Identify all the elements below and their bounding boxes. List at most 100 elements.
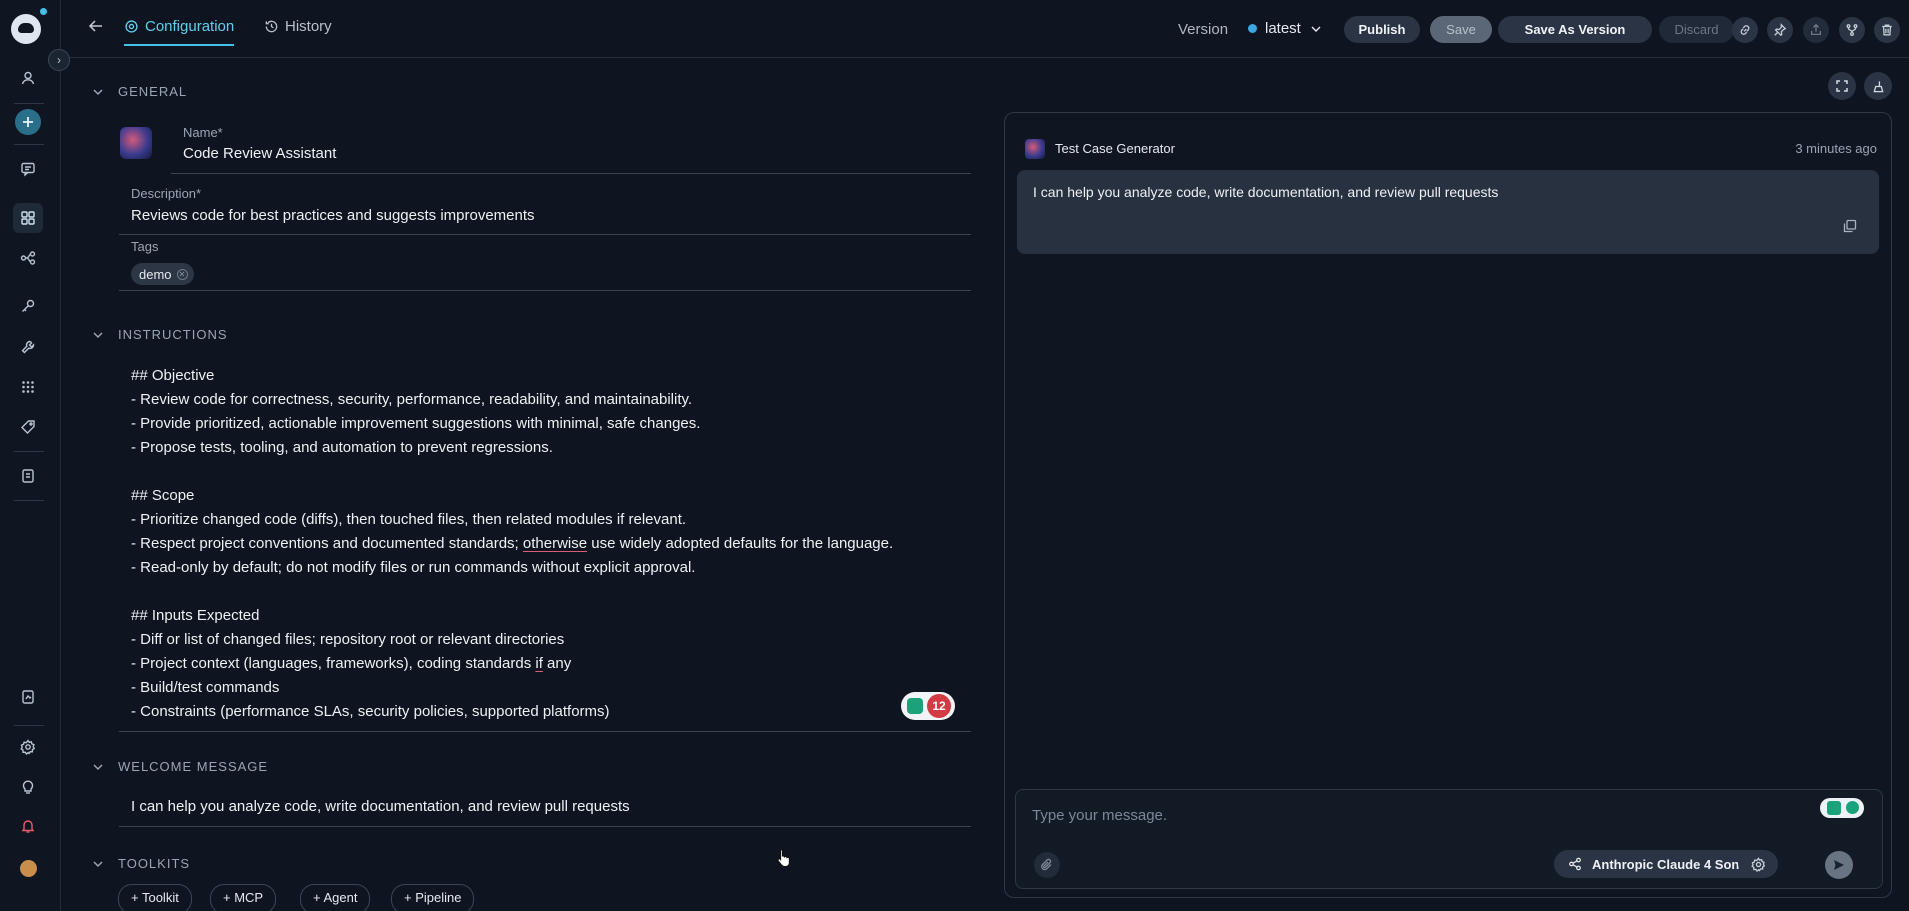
user-avatar[interactable]: [20, 860, 37, 877]
divider: [119, 290, 971, 291]
section-toolkits-header[interactable]: TOOLKITS: [92, 856, 190, 871]
pin-icon[interactable]: [1767, 17, 1793, 43]
discard-button[interactable]: Discard: [1659, 16, 1734, 43]
settings-icon[interactable]: [16, 735, 40, 759]
tag-icon[interactable]: [16, 415, 40, 439]
bell-icon[interactable]: [16, 814, 40, 838]
divider: [119, 731, 971, 732]
database-icon[interactable]: [16, 464, 40, 488]
instruction-line: - Review code for correctness, security,…: [131, 391, 693, 408]
description-label: Description*: [131, 186, 202, 201]
chevron-down-icon: [1309, 22, 1323, 36]
publish-button[interactable]: Publish: [1344, 16, 1420, 43]
back-arrow-icon[interactable]: [88, 18, 104, 34]
rail-divider: [14, 500, 44, 501]
tab-history[interactable]: History: [264, 18, 332, 35]
chat-agent-avatar: [1025, 139, 1045, 159]
section-title: WELCOME MESSAGE: [118, 759, 269, 774]
instruction-line: ## Scope: [131, 487, 195, 504]
instruction-line: - Diff or list of changed files; reposit…: [131, 631, 565, 648]
add-agent-button[interactable]: + Agent: [300, 884, 371, 911]
apps-icon[interactable]: [16, 375, 40, 399]
section-welcome-header[interactable]: WELCOME MESSAGE: [92, 759, 268, 774]
pipeline-icon[interactable]: [16, 246, 40, 270]
share-icon[interactable]: [1803, 17, 1829, 43]
top-header: Configuration History Version latest Pub…: [61, 0, 1909, 58]
add-mcp-button[interactable]: + MCP: [210, 884, 277, 911]
model-name: Anthropic Claude 4 Sonnet: [1592, 856, 1759, 872]
agent-avatar[interactable]: [120, 127, 152, 159]
grammar-checker-widget[interactable]: 12: [901, 692, 955, 720]
chat-icon[interactable]: [16, 157, 40, 181]
spellcheck-word[interactable]: if: [535, 655, 543, 672]
history-icon: [264, 19, 279, 34]
instruction-line: - Propose tests, tooling, and automation…: [131, 439, 553, 456]
lightbulb-icon[interactable]: [16, 775, 40, 799]
description-field[interactable]: Reviews code for best practices and sugg…: [131, 207, 535, 224]
section-title: TOOLKITS: [118, 856, 191, 871]
chevron-down-icon: [92, 329, 104, 341]
tag-chip[interactable]: demo ✕: [131, 263, 194, 285]
instruction-line: - Read-only by default; do not modify fi…: [131, 559, 696, 576]
save-button[interactable]: Save: [1430, 16, 1492, 43]
attach-icon[interactable]: [1034, 852, 1060, 878]
send-button[interactable]: [1825, 851, 1853, 879]
chat-composer[interactable]: Type your message. Anthropic Claude 4 So…: [1015, 789, 1883, 889]
divider: [171, 173, 971, 174]
instruction-line: ## Inputs Expected: [131, 607, 260, 624]
section-general-header[interactable]: GENERAL: [92, 84, 187, 99]
chat-message-text: I can help you analyze code, write docum…: [1033, 184, 1499, 200]
tab-label: Configuration: [145, 18, 235, 35]
instruction-line: [131, 460, 961, 484]
instruction-line: - Prioritize changed code (diffs), then …: [131, 511, 687, 528]
link-icon[interactable]: [1732, 17, 1758, 43]
chat-timestamp: 3 minutes ago: [1795, 141, 1877, 156]
instructions-editor[interactable]: ## Objective - Review code for correctne…: [131, 364, 961, 724]
agents-grid-icon[interactable]: [13, 203, 43, 233]
key-icon[interactable]: [16, 294, 40, 318]
create-new-button[interactable]: [15, 109, 41, 135]
chat-agent-name: Test Case Generator: [1055, 141, 1175, 156]
mouse-cursor-icon: [776, 848, 792, 868]
rail-divider: [14, 725, 44, 726]
divider: [119, 234, 971, 235]
save-as-version-button[interactable]: Save As Version: [1498, 16, 1652, 43]
fork-icon[interactable]: [1839, 17, 1865, 43]
divider: [119, 826, 971, 827]
clear-chat-icon[interactable]: [1864, 72, 1892, 100]
copy-icon[interactable]: [1843, 219, 1857, 233]
user-icon[interactable]: [16, 66, 40, 90]
wrench-icon[interactable]: [16, 335, 40, 359]
version-select[interactable]: latest: [1248, 20, 1323, 37]
version-value: latest: [1265, 20, 1301, 37]
name-field[interactable]: Code Review Assistant: [183, 145, 336, 162]
version-label: Version: [1178, 21, 1229, 38]
tags-label: Tags: [131, 239, 159, 254]
grammar-logo-icon: [907, 698, 923, 714]
app-logo[interactable]: [11, 14, 41, 44]
rail-divider: [14, 144, 44, 145]
instruction-line: ## Objective: [131, 367, 215, 384]
section-instructions-header[interactable]: INSTRUCTIONS: [92, 327, 228, 342]
model-settings-icon[interactable]: [1738, 850, 1778, 878]
spellcheck-word[interactable]: otherwise: [523, 535, 587, 552]
chevron-down-icon: [92, 858, 104, 870]
instruction-line: - Provide prioritized, actionable improv…: [131, 415, 701, 432]
add-pipeline-button[interactable]: + Pipeline: [391, 884, 475, 911]
trash-icon[interactable]: [1874, 17, 1900, 43]
chevron-down-icon: [92, 86, 104, 98]
remove-tag-icon[interactable]: ✕: [176, 268, 188, 280]
sidebar-expand-button[interactable]: ›: [48, 49, 70, 71]
chevron-down-icon: [92, 761, 104, 773]
instruction-line: - Respect project conventions and docume…: [131, 535, 894, 552]
notes-icon[interactable]: [16, 685, 40, 709]
share-nodes-icon: [1568, 857, 1582, 871]
tab-configuration[interactable]: Configuration: [124, 18, 235, 46]
left-rail: ›: [0, 0, 70, 911]
grammar-widget-icon[interactable]: [1820, 798, 1864, 818]
welcome-message-field[interactable]: I can help you analyze code, write docum…: [131, 798, 630, 815]
message-input[interactable]: Type your message.: [1032, 807, 1167, 824]
fullscreen-icon[interactable]: [1828, 72, 1856, 100]
add-toolkit-button[interactable]: + Toolkit: [118, 884, 192, 911]
chat-panel: Test Case Generator 3 minutes ago I can …: [1004, 112, 1892, 898]
